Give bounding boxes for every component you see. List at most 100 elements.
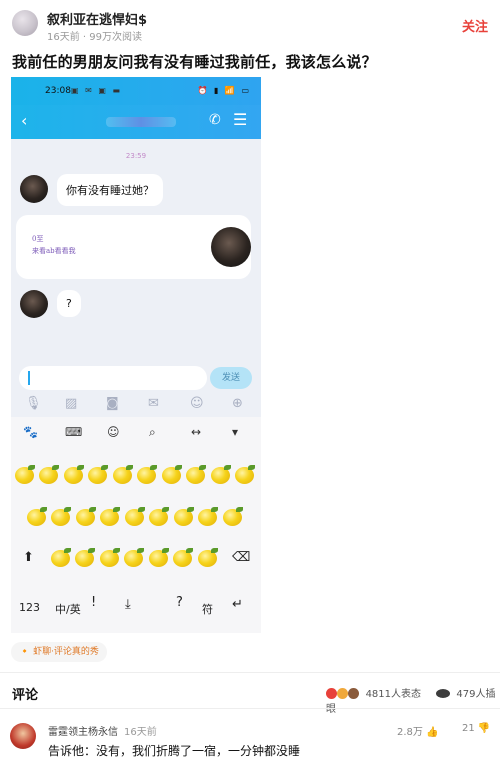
- question-title: 我前任的男朋友问我有没有睡过我前任，我该怎么说？: [12, 53, 377, 71]
- lemon-emoji: [88, 465, 108, 484]
- keyboard-icon: ⌨: [65, 425, 83, 439]
- heart-reaction-icon: [326, 688, 337, 699]
- contact-avatar: [20, 175, 48, 203]
- lemon-emoji: [223, 507, 243, 526]
- search-icon: ⌕: [149, 425, 156, 439]
- emoji-reaction-icon: [348, 688, 360, 699]
- lemon-emoji: [113, 465, 133, 484]
- reply-count: 21: [462, 723, 475, 734]
- reaction-summary[interactable]: 4811人表态 479人插眼: [326, 685, 500, 715]
- self-avatar: [211, 227, 251, 267]
- lemon-emoji: [149, 507, 169, 526]
- section-divider: [0, 672, 500, 673]
- message-bubble: ?: [57, 290, 81, 317]
- keyboard: 🐾 ⌨ ☺ ⌕ ↔ ▾ ⬆ ⌫ 123 中/英 ! ⤓ ? 符 ↵: [11, 417, 261, 633]
- lemon-emoji: [75, 548, 95, 567]
- comment-like-button[interactable]: 2.8万 👍: [397, 723, 439, 738]
- follow-button[interactable]: 关注: [462, 16, 488, 35]
- commenter-name[interactable]: 雷霆领主杨永信: [48, 727, 118, 738]
- handwriting-message-bubble: 0至 来看ab看看我: [16, 215, 251, 279]
- lemon-emoji: [76, 507, 96, 526]
- lemon-emoji: [100, 507, 120, 526]
- comment-author-line: 雷霆领主杨永信 16天前: [48, 723, 157, 738]
- handwriting-line: 来看ab看看我: [32, 247, 76, 255]
- cursor-icon: ↔: [191, 425, 202, 439]
- send-button: 发送: [210, 367, 252, 389]
- eye-icon: [436, 689, 451, 698]
- message-bubble: 你有没有睡过她？: [57, 174, 163, 206]
- emoji-icon: ☺: [107, 425, 120, 439]
- back-icon: ‹: [21, 111, 28, 130]
- commenter-avatar[interactable]: [10, 723, 36, 749]
- numbers-key: 123: [19, 601, 40, 614]
- space-key-icon: ⤓: [125, 597, 131, 612]
- language-switch-key: 中/英: [55, 603, 81, 616]
- text-caret: [28, 371, 30, 385]
- lemon-emoji: [149, 548, 169, 567]
- symbols-key: 符: [202, 603, 213, 616]
- question-key: ?: [176, 595, 183, 610]
- hide-keyboard-icon: ▾: [232, 425, 239, 439]
- status-time: 23:08: [45, 86, 71, 96]
- chat-nav-bar: ‹ ✆ ☰: [11, 105, 261, 139]
- comment-time: 16天前: [124, 727, 157, 738]
- enter-key-icon: ↵: [232, 597, 243, 612]
- author-name[interactable]: 叙利亚在逃悍妇$: [47, 9, 147, 28]
- lemon-emoji: [198, 548, 218, 567]
- lemon-emoji: [15, 465, 35, 484]
- shift-key-icon: ⬆: [23, 550, 34, 565]
- image-icon: ▨: [65, 396, 78, 411]
- blurred-contact-name: [106, 117, 176, 127]
- section-divider: [0, 708, 500, 709]
- plus-icon: ⊕: [232, 396, 243, 411]
- lemon-emoji: [174, 507, 194, 526]
- comment-reply-button[interactable]: 21 👎: [462, 723, 490, 734]
- lemon-emoji: [198, 507, 218, 526]
- lemon-emoji: [51, 548, 71, 567]
- handwriting-text: 0至 来看ab看看我: [32, 233, 76, 257]
- chat-screenshot: 23:08 ▣ ✉ ▣ ▬ ⏰ ▮ 📶 ▭ ‹ ✆ ☰ 23:59 你有没有睡过…: [11, 77, 261, 633]
- comment-text: 告诉他：没有，我们折腾了一宿，一分钟都没睡: [48, 744, 301, 758]
- exclamation-key: !: [91, 595, 97, 610]
- lemon-emoji: [173, 548, 193, 567]
- status-system-icons: ⏰ ▮ 📶 ▭: [197, 86, 251, 95]
- lemon-emoji: [125, 507, 145, 526]
- lemon-row: [51, 548, 221, 570]
- lemon-emoji: [100, 548, 120, 567]
- lemon-emoji: [186, 465, 206, 484]
- emoji-reaction-icon: [337, 688, 349, 699]
- like-count: 2.8万: [397, 727, 423, 738]
- sticker-icon: ☺: [190, 396, 204, 411]
- keyboard-toolbar: 🐾 ⌨ ☺ ⌕ ↔ ▾: [11, 417, 261, 447]
- message-timestamp: 23:59: [125, 152, 147, 160]
- camera-icon: ◙: [106, 396, 119, 411]
- lemon-emoji: [51, 507, 71, 526]
- chat-input-field: [19, 366, 207, 390]
- post-meta: 16天前 · 99万次阅读: [47, 32, 142, 43]
- phone-call-icon: ✆: [209, 112, 221, 128]
- phone-status-bar: 23:08 ▣ ✉ ▣ ▬ ⏰ ▮ 📶 ▭: [11, 77, 261, 105]
- microphone-icon: 🎙: [25, 396, 42, 411]
- lemon-emoji: [124, 548, 144, 567]
- lemon-emoji: [39, 465, 59, 484]
- lemon-row: [27, 507, 247, 529]
- thumbs-up-icon: 👍: [426, 727, 439, 738]
- lemon-emoji: [235, 465, 255, 484]
- lemon-emoji: [64, 465, 84, 484]
- du-icon: 🐾: [23, 425, 38, 439]
- lemon-emoji: [162, 465, 182, 484]
- author-avatar[interactable]: [12, 10, 38, 36]
- lemon-emoji: [137, 465, 157, 484]
- contact-avatar: [20, 290, 48, 318]
- lemon-row: [15, 465, 260, 487]
- menu-icon: ☰: [233, 110, 248, 129]
- thumbs-down-icon: 👎: [477, 723, 491, 734]
- chat-tool-row: 🎙 ▨ ◙ ✉ ☺ ⊕: [11, 393, 261, 417]
- comments-title: 评论: [12, 688, 39, 703]
- topic-tag[interactable]: 🔸 虾聊·评论真的秀: [11, 642, 107, 662]
- red-packet-icon: ✉: [148, 396, 159, 411]
- handwriting-line: 0至: [32, 235, 44, 243]
- post-header: 叙利亚在逃悍妇$ 16天前 · 99万次阅读 关注: [0, 0, 500, 46]
- lemon-emoji: [211, 465, 231, 484]
- lemon-emoji: [27, 507, 47, 526]
